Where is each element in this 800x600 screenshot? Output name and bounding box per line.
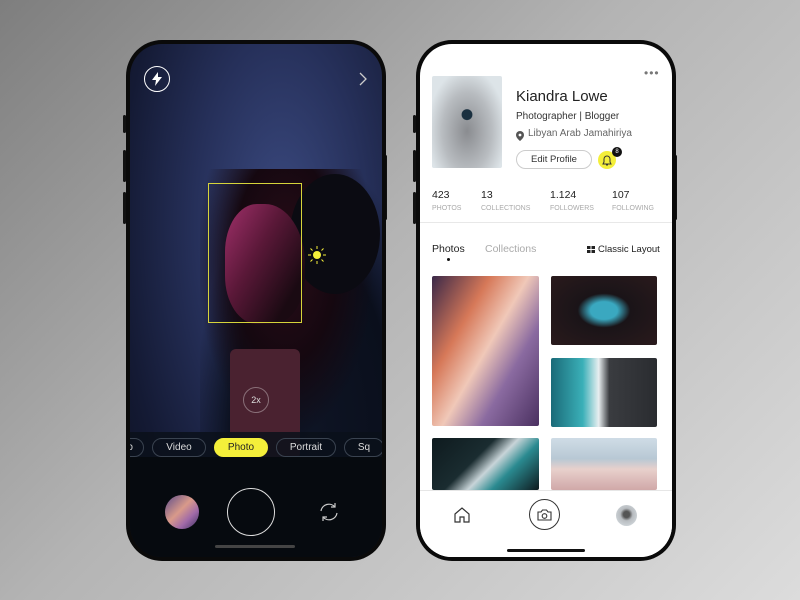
stat-followers-value[interactable]: 1.124 bbox=[550, 189, 576, 201]
home-icon[interactable] bbox=[453, 506, 471, 528]
stat-collections-label: COLLECTIONS bbox=[481, 205, 531, 212]
profile-location: Libyan Arab Jamahiriya bbox=[528, 128, 632, 139]
shutter-button[interactable] bbox=[227, 488, 275, 536]
gallery-photo[interactable] bbox=[551, 438, 657, 490]
edit-profile-button[interactable]: Edit Profile bbox=[516, 150, 592, 169]
profile-screen: ••• Kiandra Lowe Photographer | Blogger … bbox=[420, 44, 672, 557]
divider bbox=[420, 222, 672, 223]
gallery-thumbnail[interactable] bbox=[165, 495, 199, 529]
camera-controls bbox=[130, 457, 382, 557]
profile-avatar bbox=[432, 76, 502, 168]
stat-collections-value[interactable]: 13 bbox=[481, 189, 493, 201]
camera-phone: 2x Mo Video Photo Portrait Sq bbox=[126, 40, 386, 561]
tab-photos[interactable]: Photos bbox=[432, 243, 465, 255]
location-pin-icon bbox=[516, 128, 524, 146]
profile-avatar-nav[interactable] bbox=[616, 505, 637, 526]
stat-followers-label: FOLLOWERS bbox=[550, 205, 594, 212]
gallery-photo[interactable] bbox=[551, 276, 657, 345]
stat-photos-label: PHOTOS bbox=[432, 205, 462, 212]
camera-icon bbox=[537, 508, 552, 521]
gallery-photo[interactable] bbox=[551, 358, 657, 427]
chevron-right-icon[interactable] bbox=[356, 70, 370, 88]
stat-following-label: FOLLOWING bbox=[612, 205, 655, 212]
camera-button[interactable] bbox=[529, 499, 560, 530]
home-indicator bbox=[507, 549, 585, 552]
mode-slowmo[interactable]: Mo bbox=[130, 437, 144, 457]
sun-exposure-icon[interactable] bbox=[308, 246, 326, 264]
stat-following-value[interactable]: 107 bbox=[612, 189, 630, 201]
mode-portrait[interactable]: Portrait bbox=[276, 437, 336, 457]
bell-icon bbox=[602, 154, 612, 165]
classic-layout-button[interactable]: Classic Layout bbox=[598, 244, 660, 255]
zoom-level-button[interactable]: 2x bbox=[243, 387, 269, 413]
tab-collections[interactable]: Collections bbox=[485, 243, 536, 255]
profile-name: Kiandra Lowe bbox=[516, 88, 608, 105]
gallery-photo[interactable] bbox=[432, 438, 539, 490]
home-indicator bbox=[215, 545, 295, 548]
profile-phone: ••• Kiandra Lowe Photographer | Blogger … bbox=[416, 40, 676, 561]
flash-icon[interactable] bbox=[144, 66, 170, 92]
profile-bio: Photographer | Blogger bbox=[516, 111, 620, 122]
camera-viewfinder[interactable]: 2x Mo Video Photo Portrait Sq bbox=[130, 44, 382, 557]
active-tab-dot bbox=[447, 258, 450, 261]
stat-photos-value[interactable]: 423 bbox=[432, 189, 450, 201]
mode-video[interactable]: Video bbox=[152, 437, 206, 457]
gallery-photo[interactable] bbox=[432, 276, 539, 426]
focus-frame[interactable] bbox=[208, 183, 302, 323]
notification-badge: 8 bbox=[612, 147, 622, 157]
mode-square[interactable]: Sq bbox=[344, 437, 382, 457]
mode-photo[interactable]: Photo bbox=[214, 437, 268, 457]
grid-layout-icon bbox=[587, 246, 595, 253]
bottom-navigation bbox=[420, 490, 672, 557]
switch-camera-icon[interactable] bbox=[318, 502, 340, 527]
more-options-icon[interactable]: ••• bbox=[644, 66, 660, 80]
